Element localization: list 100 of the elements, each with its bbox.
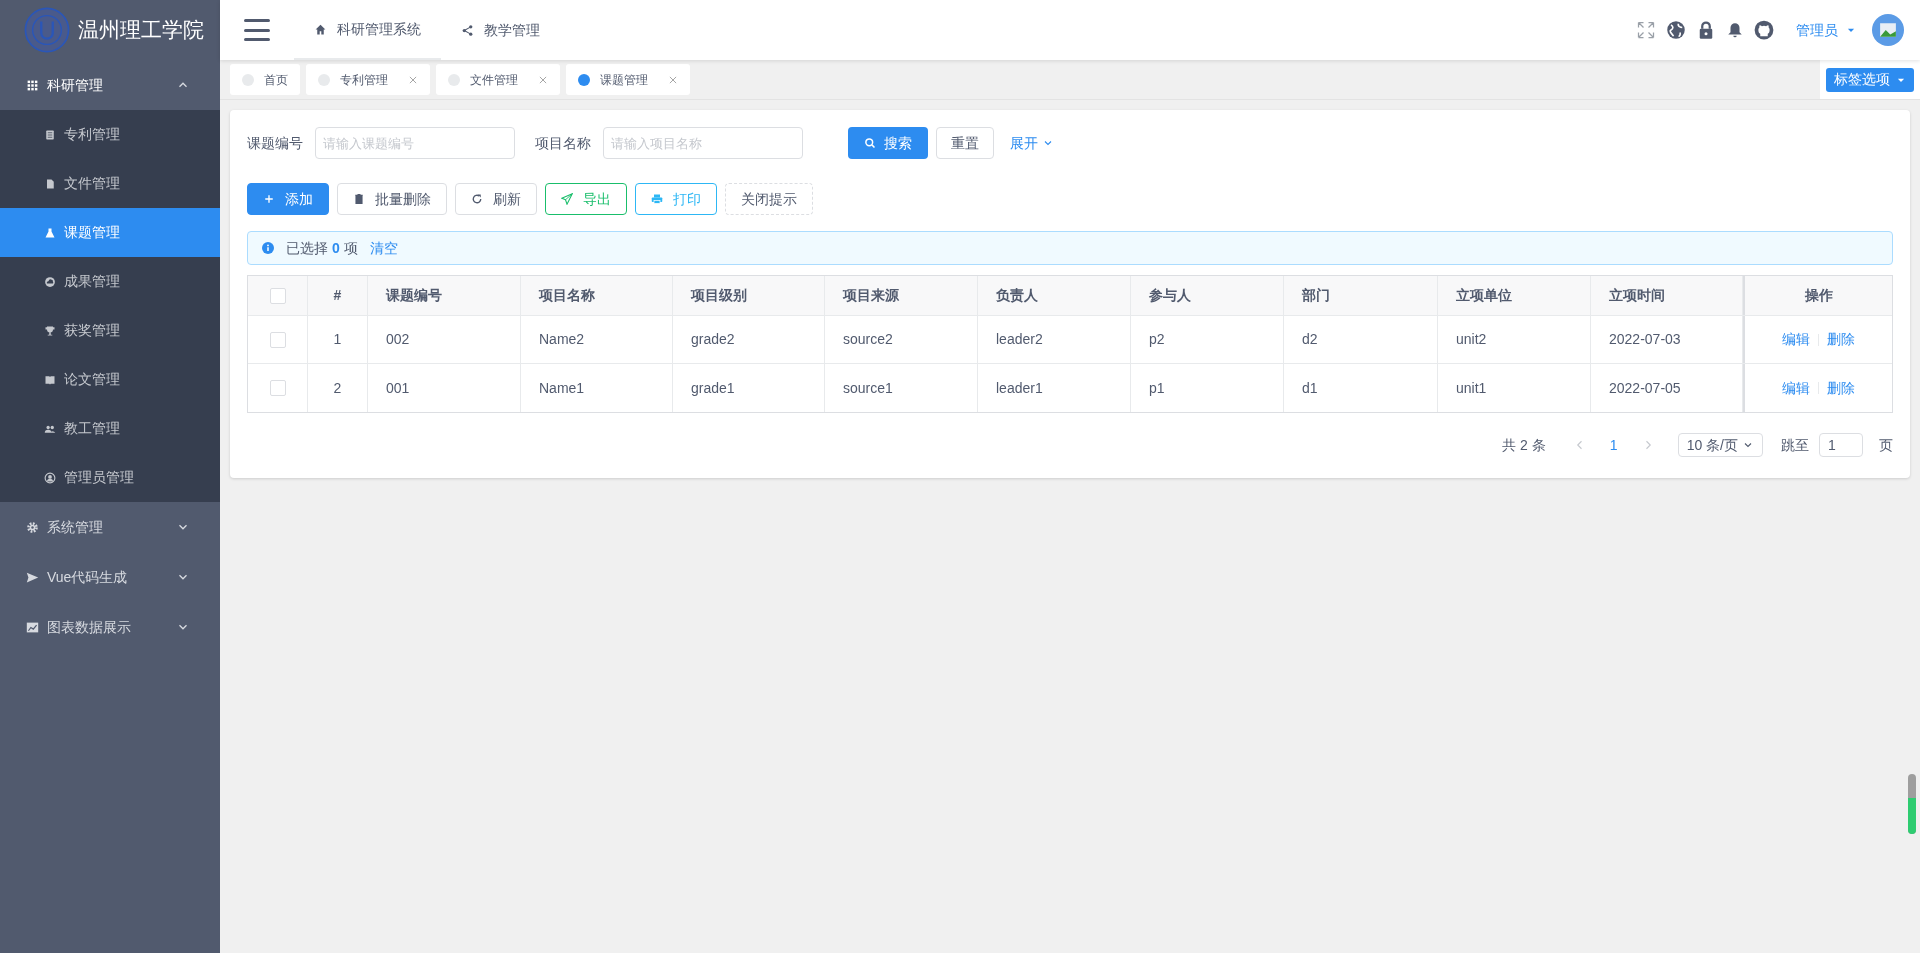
- close-icon: [538, 74, 548, 85]
- total-count: 共 2 条: [1502, 435, 1546, 455]
- checkbox[interactable]: [269, 287, 286, 304]
- page-size-select[interactable]: 10 条/页: [1677, 433, 1763, 457]
- search-icon: [864, 137, 876, 149]
- table-cell: Name2: [521, 316, 673, 363]
- cloud-icon: [44, 275, 56, 288]
- column-header: 部门: [1284, 276, 1438, 315]
- tab[interactable]: 专利管理: [306, 64, 430, 95]
- user-icon: [44, 471, 56, 484]
- batch-delete-button[interactable]: 批量删除: [337, 183, 447, 215]
- grid-icon: [26, 78, 39, 92]
- submenu-item[interactable]: 成果管理: [0, 257, 220, 306]
- notifications-button[interactable]: [1726, 21, 1744, 39]
- field-label: 课题编号: [247, 133, 303, 153]
- column-header: #: [308, 276, 368, 315]
- refresh-button[interactable]: 刷新: [455, 183, 537, 215]
- trophy-icon: [44, 324, 56, 337]
- checkbox[interactable]: [269, 331, 286, 348]
- column-header: 课题编号: [368, 276, 521, 315]
- table-cell: Name1: [521, 364, 673, 412]
- reset-button[interactable]: 重置: [936, 127, 994, 159]
- document-icon: [44, 128, 56, 141]
- menu-button[interactable]: [244, 19, 270, 41]
- paper-plane-icon: [561, 193, 573, 205]
- search-button[interactable]: 搜索: [848, 127, 928, 159]
- tab[interactable]: 首页: [230, 64, 300, 95]
- column-header: 参与人: [1131, 276, 1284, 315]
- trash-icon: [353, 193, 365, 205]
- table-cell: 2: [308, 364, 368, 412]
- table-cell: grade1: [673, 364, 825, 412]
- nav-link[interactable]: 教学管理: [441, 0, 560, 60]
- close-button[interactable]: [668, 74, 678, 85]
- edit-link[interactable]: 编辑: [1782, 329, 1810, 350]
- tab[interactable]: 课题管理: [566, 64, 690, 95]
- table-cell: p1: [1131, 364, 1284, 412]
- file-icon: [44, 177, 56, 190]
- selection-count: 已选择 0 项: [286, 238, 358, 258]
- flask-icon: [44, 226, 56, 239]
- column-header: 立项时间: [1591, 276, 1743, 315]
- language-button[interactable]: [1666, 20, 1686, 40]
- table-cell: leader1: [978, 364, 1131, 412]
- clear-link[interactable]: 清空: [369, 237, 398, 259]
- avatar[interactable]: [1872, 14, 1904, 46]
- chart-icon: [26, 620, 39, 634]
- table-cell: source1: [825, 364, 978, 412]
- column-header: 项目名称: [521, 276, 673, 315]
- column-header: 项目来源: [825, 276, 978, 315]
- page-unit-label: 页: [1879, 435, 1893, 455]
- close-icon: [408, 74, 418, 85]
- menu-item[interactable]: Vue代码生成: [0, 552, 220, 602]
- delete-link[interactable]: 删除: [1827, 377, 1855, 399]
- paper-plane-icon: [26, 570, 39, 584]
- table-cell: source2: [825, 316, 978, 363]
- menu-item[interactable]: 图表数据展示: [0, 602, 220, 652]
- broken-image-icon: [1879, 21, 1897, 39]
- column-header: 操作: [1743, 276, 1892, 315]
- table-cell: unit1: [1438, 364, 1591, 412]
- edit-link[interactable]: 编辑: [1782, 377, 1810, 399]
- github-icon: [1754, 20, 1774, 40]
- close-tips-button[interactable]: 关闭提示: [725, 183, 813, 215]
- printer-icon: [651, 193, 663, 205]
- table-cell: d1: [1284, 364, 1438, 412]
- table-cell: 002: [368, 316, 521, 363]
- submenu-item[interactable]: 教工管理: [0, 404, 220, 453]
- menu-item[interactable]: 系统管理: [0, 502, 220, 552]
- page-input[interactable]: 1: [1819, 433, 1863, 457]
- home-icon: [314, 22, 327, 36]
- table-cell: 001: [368, 364, 521, 412]
- table-cell: p2: [1131, 316, 1284, 363]
- page-button[interactable]: 1: [1601, 434, 1626, 456]
- submenu-item[interactable]: 文件管理: [0, 159, 220, 208]
- globe-icon: [1666, 20, 1686, 40]
- close-button[interactable]: [408, 74, 418, 85]
- field-label: 项目名称: [535, 133, 591, 153]
- submenu-item[interactable]: 论文管理: [0, 355, 220, 404]
- checkbox[interactable]: [269, 380, 286, 396]
- delete-link[interactable]: 删除: [1827, 329, 1855, 350]
- menu-item[interactable]: 科研管理: [0, 60, 220, 110]
- jump-label: 跳至: [1781, 435, 1809, 455]
- submenu-item[interactable]: 课题管理: [0, 208, 220, 257]
- settings-icon: [26, 520, 39, 534]
- bell-icon: [1726, 21, 1744, 39]
- close-button[interactable]: [538, 74, 548, 85]
- close-icon: [668, 74, 678, 85]
- user-menu[interactable]: 管理员: [1796, 19, 1856, 41]
- submenu-item[interactable]: 获奖管理: [0, 306, 220, 355]
- submenu-item[interactable]: 专利管理: [0, 110, 220, 159]
- fullscreen-button[interactable]: [1636, 20, 1656, 40]
- expand-link[interactable]: 展开: [1010, 132, 1054, 154]
- tab[interactable]: 文件管理: [436, 64, 560, 95]
- logo-emblem-icon: [24, 7, 70, 53]
- table-cell: 1: [308, 316, 368, 363]
- github-button[interactable]: [1754, 20, 1774, 40]
- tab-options-button[interactable]: 标签选项: [1826, 67, 1914, 92]
- column-header: 项目级别: [673, 276, 825, 315]
- add-button[interactable]: 添加: [247, 183, 329, 215]
- table-cell: leader2: [978, 316, 1131, 363]
- column-header: 立项单位: [1438, 276, 1591, 315]
- submenu-item[interactable]: 管理员管理: [0, 453, 220, 502]
